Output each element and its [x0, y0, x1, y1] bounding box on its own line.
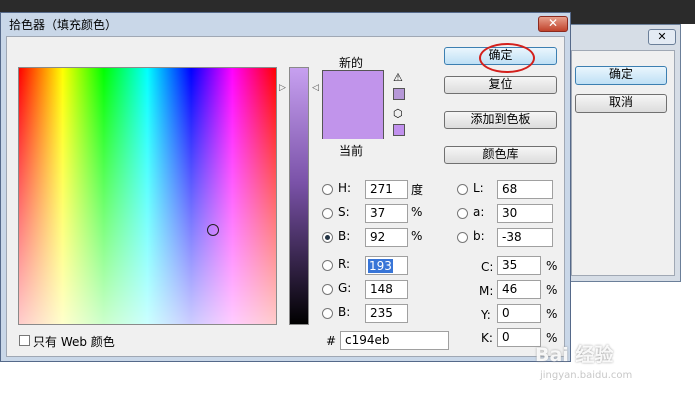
red-radio[interactable]: [322, 260, 333, 271]
current-color-swatch: [322, 139, 384, 140]
hue-radio[interactable]: [322, 184, 333, 195]
lightness-field[interactable]: 68: [497, 180, 553, 199]
lightness-radio[interactable]: [457, 184, 468, 195]
hue-field[interactable]: 271: [365, 180, 408, 199]
color-field-cursor[interactable]: [207, 224, 219, 236]
new-color-swatch: [322, 70, 384, 139]
color-field[interactable]: [18, 67, 277, 325]
green-radio[interactable]: [322, 284, 333, 295]
background-ok-button[interactable]: 确定: [575, 66, 667, 85]
watermark-logo: Bai 经验: [535, 344, 614, 366]
a-channel-label: a:: [473, 205, 485, 219]
blue-label: B:: [338, 305, 351, 319]
hue-slider[interactable]: [289, 67, 309, 325]
yellow-label: Y:: [481, 308, 491, 322]
red-value: 193: [368, 259, 393, 273]
blue-radio[interactable]: [322, 308, 333, 319]
web-safe-swatch[interactable]: [393, 124, 405, 136]
green-label: G:: [338, 281, 352, 295]
add-to-swatches-button[interactable]: 添加到色板: [444, 111, 557, 129]
a-channel-field[interactable]: 30: [497, 204, 553, 223]
close-button[interactable]: ✕: [538, 16, 568, 32]
magenta-unit: %: [546, 283, 558, 297]
watermark-url: jingyan.baidu.com: [540, 370, 633, 381]
web-safe-cube-icon[interactable]: ⬡: [393, 107, 403, 120]
annotation-circle: [479, 43, 535, 73]
magenta-label: M:: [479, 284, 494, 298]
magenta-field[interactable]: 46: [497, 280, 541, 299]
out-of-gamut-warning-icon[interactable]: ⚠: [393, 71, 403, 84]
red-label: R:: [338, 257, 351, 271]
web-only-checkbox[interactable]: [19, 335, 30, 346]
cyan-label: C:: [481, 260, 494, 274]
brightness-field[interactable]: 92: [365, 228, 408, 247]
dialog-title: 拾色器（填充颜色）: [9, 18, 118, 32]
cyan-field[interactable]: 35: [497, 256, 541, 275]
new-label: 新的: [339, 56, 364, 70]
saturation-radio[interactable]: [322, 208, 333, 219]
saturation-unit: %: [411, 205, 423, 219]
brightness-radio[interactable]: [322, 232, 333, 243]
yellow-field[interactable]: 0: [497, 304, 541, 323]
blue-field[interactable]: 235: [365, 304, 408, 323]
background-close-button[interactable]: ✕: [648, 29, 676, 45]
reset-button[interactable]: 复位: [444, 76, 557, 94]
b-channel-label: b:: [473, 229, 485, 243]
b-channel-radio[interactable]: [457, 232, 468, 243]
red-field[interactable]: 193: [365, 256, 408, 275]
current-label: 当前: [339, 144, 364, 158]
lightness-label: L:: [473, 181, 484, 195]
gamut-swatch[interactable]: [393, 88, 405, 100]
black-label: K:: [481, 331, 493, 345]
yellow-unit: %: [546, 307, 558, 321]
saturation-label: S:: [338, 205, 350, 219]
hue-label: H:: [338, 181, 352, 195]
brightness-label: B:: [338, 229, 351, 243]
hex-label: #: [326, 334, 337, 348]
saturation-field[interactable]: 37: [365, 204, 408, 223]
background-dialog: ✕ 确定 取消: [565, 24, 681, 282]
slider-right-arrow-icon[interactable]: ◁: [312, 83, 319, 93]
green-field[interactable]: 148: [365, 280, 408, 299]
a-channel-radio[interactable]: [457, 208, 468, 219]
hex-field[interactable]: c194eb: [340, 331, 449, 350]
b-channel-field[interactable]: -38: [497, 228, 553, 247]
web-only-label: 只有 Web 颜色: [33, 335, 115, 349]
brightness-unit: %: [411, 229, 423, 243]
color-libraries-button[interactable]: 颜色库: [444, 146, 557, 164]
background-cancel-button[interactable]: 取消: [575, 94, 667, 113]
cyan-unit: %: [546, 259, 558, 273]
hue-unit: 度: [411, 183, 424, 197]
slider-left-arrow-icon[interactable]: ▷: [279, 83, 286, 93]
